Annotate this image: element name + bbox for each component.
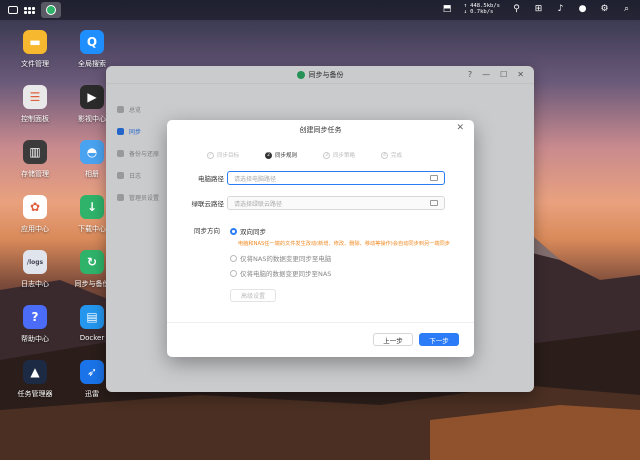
xunlei-icon: ➶ [80, 360, 104, 384]
advanced-settings-button[interactable]: 高级设置 [230, 289, 276, 302]
storage-manager-icon: ▥ [23, 140, 47, 164]
radio-icon[interactable] [230, 227, 237, 235]
search-icon[interactable]: ⌕ [621, 4, 632, 14]
video-center-icon: ▶ [80, 85, 104, 109]
cloud-path-row: 绿联云路径 请选择绿联云路径 [167, 196, 445, 210]
folder-icon[interactable] [430, 175, 438, 181]
download-center-icon: ↓ [80, 195, 104, 219]
option-pc-to-nas[interactable]: 仅将电脑的数据变更同步至NAS [230, 268, 331, 278]
desktop-icon-label: 控制面板 [21, 115, 49, 123]
dialog-title: 创建同步任务 [299, 126, 342, 134]
radio-icon[interactable] [230, 269, 237, 277]
option-nas-to-pc[interactable]: 仅将NAS的数据变更同步至电脑 [230, 253, 331, 263]
sync-icon [46, 5, 56, 15]
desktop-icon-label: 任务管理器 [17, 390, 53, 398]
sync-backup-icon: ↻ [80, 250, 104, 274]
app-center-icon: ✿ [23, 195, 47, 219]
step-number-icon: ✓ [207, 151, 214, 159]
minimize-all-icon[interactable] [8, 6, 18, 14]
desktop-icon-log-center[interactable]: /logs 日志中心 [8, 250, 62, 289]
desktop-icon-app-center[interactable]: ✿ 应用中心 [8, 195, 62, 234]
step-number-icon: 4 [381, 151, 389, 159]
radio-icon[interactable] [230, 254, 237, 262]
step-1: ✓ 同步目标 [207, 151, 239, 159]
option-pc-to-nas-label: 仅将电脑的数据变更同步至NAS [240, 270, 332, 278]
global-search-icon: Q [80, 30, 104, 54]
grid-icon[interactable]: ⊞ [533, 4, 544, 14]
bell-icon[interactable]: ♪ [555, 4, 566, 14]
cloud-path-input[interactable]: 请选择绿联云路径 [227, 196, 445, 210]
desktop-icon-global-search[interactable]: Q 全局搜索 [65, 30, 119, 69]
dialog-divider [167, 322, 474, 323]
desktop-icon-label: 文件管理 [21, 60, 49, 68]
desktop-icon-label: 帮助中心 [21, 335, 49, 343]
cloud-path-label: 绿联云路径 [191, 200, 225, 208]
option-nas-to-pc-label: 仅将NAS的数据变更同步至电脑 [240, 255, 332, 263]
task-manager-icon: ▲ [23, 360, 47, 384]
desktop-icon-storage-manager[interactable]: ▥ 存储管理 [8, 140, 62, 179]
docker-icon: ▤ [80, 305, 104, 329]
local-path-input[interactable]: 请选择电脑路径 [227, 171, 445, 185]
sync-direction-label: 同步方向 [194, 227, 220, 235]
folder-icon[interactable] [430, 200, 438, 206]
desktop-icon-task-manager[interactable]: ▲ 任务管理器 [8, 360, 62, 399]
gear-icon[interactable]: ⚙ [599, 4, 610, 14]
step-label: 完成 [391, 153, 403, 159]
network-speed: ↑ 448.5kb/s ↓ 0.7kb/s [464, 3, 500, 15]
prev-button[interactable]: 上一步 [373, 333, 413, 346]
download-speed: ↓ 0.7kb/s [463, 9, 494, 15]
step-number-icon: 3 [323, 151, 331, 159]
desktop-icon-label: 存储管理 [21, 170, 49, 178]
next-button[interactable]: 下一步 [419, 333, 459, 346]
log-center-icon: /logs [23, 250, 47, 274]
taskbar-sync-app[interactable] [41, 2, 61, 18]
user-icon[interactable]: ● [577, 4, 588, 14]
step-3: 3 同步策略 [323, 151, 355, 159]
taskbar: ⬒ ↑ 448.5kb/s ↓ 0.7kb/s ⚲ ⊞ ♪ ● ⚙ ⌕ [0, 0, 640, 20]
app-grid-icon[interactable] [24, 5, 35, 16]
local-path-label: 电脑路径 [198, 175, 224, 183]
control-panel-icon: ☰ [23, 85, 47, 109]
photos-icon: ◓ [80, 140, 104, 164]
local-path-row: 电脑路径 请选择电脑路径 [167, 171, 445, 185]
dialog-close-icon[interactable]: ✕ [456, 123, 464, 133]
step-4: 4 完成 [381, 151, 402, 159]
cloud-path-placeholder: 请选择绿联云路径 [234, 200, 283, 208]
network-speed-icon[interactable]: ⬒ [442, 4, 453, 14]
step-2: 2 同步规则 [265, 151, 297, 159]
two-way-hint: 电脑和NAS任一端的文件发生改动(新增、修改、删除、移动等操作)会自动同步到另一… [238, 241, 450, 247]
desktop-icon-file-manager[interactable]: ▬ 文件管理 [8, 30, 62, 69]
help-center-icon: ? [23, 305, 47, 329]
option-two-way[interactable]: 双向同步 [230, 226, 266, 236]
desktop-icon-control-panel[interactable]: ☰ 控制面板 [8, 85, 62, 124]
desktop-icon-label: 日志中心 [21, 280, 49, 288]
filter-icon[interactable]: ⚲ [511, 4, 522, 14]
step-indicator: ✓ 同步目标 2 同步规则 3 同步策略 4 完成 [207, 151, 402, 159]
create-sync-task-dialog: 创建同步任务 ✕ ✓ 同步目标 2 同步规则 3 同步策略 4 完成 电脑路径 请选择电脑路径… [167, 120, 474, 357]
local-path-placeholder: 请选择电脑路径 [234, 175, 277, 183]
step-number-icon: 2 [265, 151, 273, 159]
desktop-icon-help-center[interactable]: ? 帮助中心 [8, 305, 62, 344]
step-label: 同步目标 [217, 153, 240, 159]
desktop-icon-label: 应用中心 [21, 225, 49, 233]
step-label: 同步规则 [275, 153, 298, 159]
step-label: 同步策略 [333, 153, 356, 159]
option-two-way-label: 双向同步 [240, 228, 266, 236]
file-manager-icon: ▬ [23, 30, 47, 54]
